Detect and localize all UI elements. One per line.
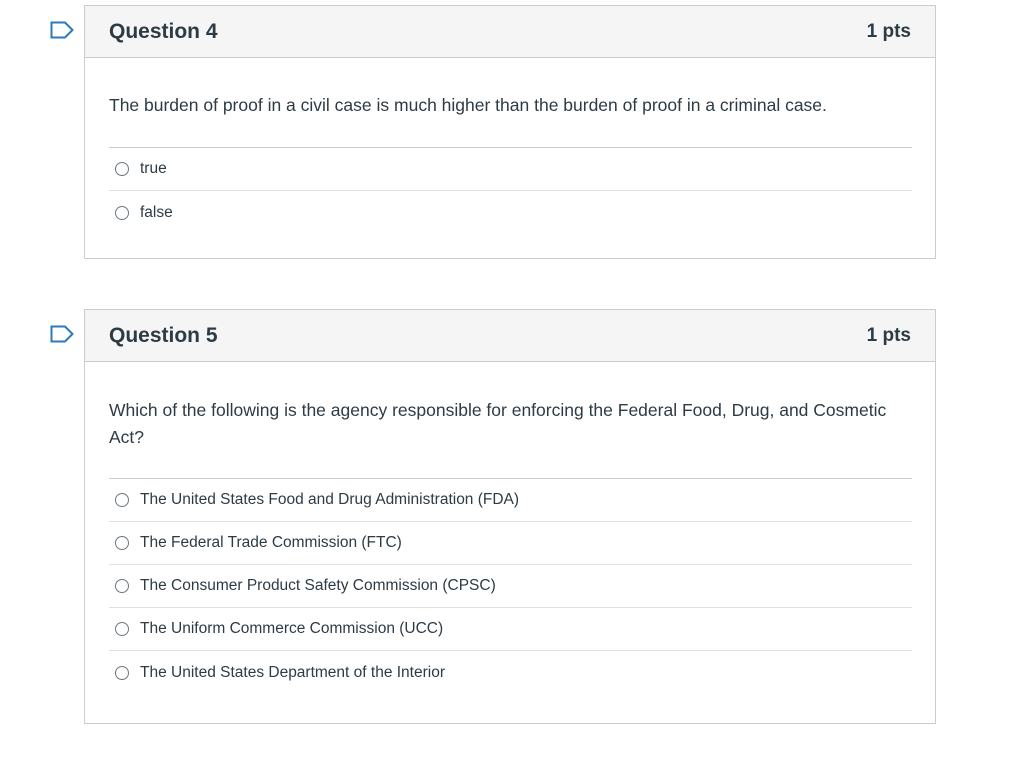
radio-button[interactable]	[115, 162, 129, 176]
answer-list: true false	[109, 147, 912, 234]
answer-option[interactable]: The United States Department of the Inte…	[109, 651, 912, 694]
answer-option[interactable]: false	[109, 191, 912, 234]
question-card: Question 4 1 pts The burden of proof in …	[50, 5, 936, 259]
answer-label: The Consumer Product Safety Commission (…	[140, 577, 496, 594]
answer-option[interactable]: The Uniform Commerce Commission (UCC)	[109, 608, 912, 651]
answer-option[interactable]: The Federal Trade Commission (FTC)	[109, 522, 912, 565]
question-body: Which of the following is the agency res…	[85, 362, 935, 694]
question-points: 1 pts	[866, 324, 911, 346]
radio-button[interactable]	[115, 205, 129, 220]
bookmark-flag-icon[interactable]	[50, 21, 74, 39]
answer-list: The United States Food and Drug Administ…	[109, 478, 912, 694]
answer-option[interactable]: The Consumer Product Safety Commission (…	[109, 565, 912, 608]
answer-label: true	[140, 160, 167, 177]
question-text: Which of the following is the agency res…	[109, 400, 887, 447]
question-title: Question 4	[109, 19, 218, 43]
question-title: Question 5	[109, 323, 218, 347]
bookmark-flag-icon[interactable]	[50, 325, 74, 343]
answer-label: The United States Department of the Inte…	[140, 663, 445, 681]
question-text: The burden of proof in a civil case is m…	[109, 95, 827, 115]
question-points: 1 pts	[866, 20, 911, 42]
radio-button[interactable]	[115, 579, 129, 593]
radio-button[interactable]	[115, 536, 129, 550]
answer-label: The Federal Trade Commission (FTC)	[140, 534, 402, 551]
answer-option[interactable]: The United States Food and Drug Administ…	[109, 479, 912, 522]
question-card: Question 5 1 pts Which of the following …	[50, 309, 936, 724]
answer-label: The United States Food and Drug Administ…	[140, 491, 520, 508]
answer-label: The Uniform Commerce Commission (UCC)	[140, 620, 444, 637]
question-header: Question 4 1 pts	[85, 6, 935, 58]
question-header: Question 5 1 pts	[85, 310, 935, 362]
answer-option[interactable]: true	[109, 148, 912, 191]
quiz-page: Question 4 1 pts The burden of proof in …	[0, 0, 1024, 764]
radio-button[interactable]	[115, 622, 129, 636]
answer-label: false	[140, 203, 173, 221]
radio-button[interactable]	[115, 493, 129, 507]
radio-button[interactable]	[115, 665, 129, 680]
question-body: The burden of proof in a civil case is m…	[85, 58, 935, 234]
